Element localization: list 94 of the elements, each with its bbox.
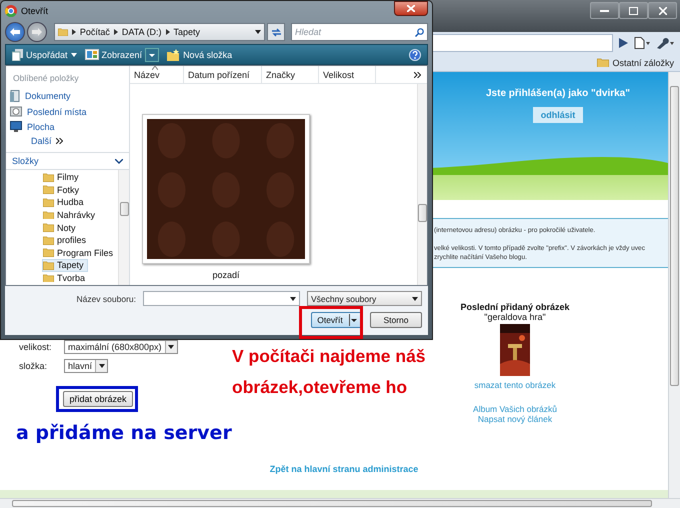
minimize-button[interactable] [590,2,619,19]
bookmark-folder[interactable]: Ostatní záložky [597,58,674,68]
caret-icon [145,48,160,62]
forward-button[interactable] [26,22,47,42]
monitor-icon [10,121,22,132]
folder-item[interactable]: Nahrávky [42,208,100,222]
breadcrumb-bar[interactable]: Počítač DATA (D:) Tapety [54,23,266,41]
file-type-select[interactable]: Všechny soubory [307,291,422,306]
dialog-title: Otevřít [21,6,48,16]
folder-item[interactable]: Fotky [42,184,84,196]
caret-icon [348,314,357,326]
breadcrumb-item[interactable]: Počítač [80,27,110,37]
maximize-button[interactable] [619,2,648,19]
dropdown-arrow-icon [255,30,262,34]
new-folder-icon [167,48,180,60]
folder-item[interactable]: Program Files [42,246,118,260]
highlight-frame [299,306,363,339]
document-icon [10,90,20,102]
page-menu-icon[interactable] [634,37,650,49]
browser-logo-icon [5,4,17,16]
open-button[interactable]: Otevřít [311,312,363,328]
favorite-link[interactable]: Dokumenty [6,88,129,104]
double-chevron-icon [56,138,63,144]
image-name: "geraldova hra" [484,312,546,322]
field-label: složka: [19,361,48,371]
cancel-button[interactable]: Storno [370,312,422,328]
annotation-text: obrázek,otevřeme ho [232,376,408,399]
select-field[interactable]: hlavní [64,359,108,373]
folders-header[interactable]: Složky [6,152,129,170]
go-icon[interactable] [619,38,628,48]
refresh-button[interactable] [267,23,285,41]
toolbar-button[interactable]: Zobrazení [84,48,160,62]
annotation-text: a přidáme na server [16,422,232,444]
toolbar-button[interactable]: Uspořádat [12,48,77,60]
double-chevron-icon[interactable] [414,72,421,78]
folder-item[interactable]: Noty [42,221,80,234]
pages-icon [12,48,23,60]
filename-field[interactable] [143,291,300,306]
help-icon[interactable] [409,48,421,60]
folder-icon [43,198,54,207]
latest-image-title: Poslední přidaný obrázek [460,302,570,312]
folder-icon [597,58,610,68]
dropdown-arrow-icon [168,345,174,349]
folder-item[interactable]: Tvorba [42,272,90,284]
add-image-button[interactable]: přidat obrázek [63,391,133,407]
chevron-right-icon [72,29,76,35]
filename-label: Název souboru: [76,294,136,304]
dropdown-arrow-icon [290,296,296,300]
login-status: Jste přihlášen(a) jako "dvirka" [486,88,630,99]
breadcrumb-item[interactable]: Tapety [174,27,200,37]
arrow-right-icon [32,28,42,36]
folder-item[interactable]: Filmy [42,171,82,184]
folder-icon [43,185,54,194]
folder-item[interactable]: Tapety [42,259,88,272]
arrow-left-icon [10,28,20,36]
toolbar-button[interactable]: Nová složka [167,48,232,60]
dropdown-arrow-icon [98,364,105,368]
more-link[interactable]: Další [6,134,129,152]
folder-icon [43,236,54,245]
annotation-text: V počítači najdeme náš [232,345,426,368]
folder-item[interactable]: profiles [42,234,90,247]
horizontal-scrollbar[interactable] [0,498,680,508]
file-scrollbar[interactable] [417,84,427,285]
maximize-icon [629,6,638,14]
back-button[interactable] [5,22,25,42]
select-field[interactable]: maximální (680x800px) [64,340,178,354]
wrench-icon[interactable] [656,37,674,49]
chevron-right-icon [114,29,118,35]
close-icon [658,6,666,14]
tree-scrollbar[interactable] [118,170,129,285]
folder-icon [58,28,68,36]
refresh-icon [270,28,282,36]
field-label: velikost: [19,342,53,352]
views-icon [84,49,99,60]
folder-icon [43,261,54,270]
favorites-header: Oblíbené položky [12,72,80,85]
favorite-link[interactable]: Plocha [6,119,129,134]
search-field[interactable]: Hledat [294,27,412,37]
vertical-scrollbar[interactable] [668,72,680,498]
search-box[interactable]: Hledat [290,23,428,41]
search-icon [414,28,424,36]
minimize-icon [600,9,609,12]
chevron-down-icon [115,158,123,164]
folder-icon [43,223,54,232]
dropdown-arrow-icon [412,296,418,300]
chevron-right-icon [166,29,170,35]
close-icon [407,5,415,12]
folder-icon [43,172,54,182]
breadcrumb-item[interactable]: DATA (D:) [122,27,162,37]
folder-item[interactable]: Hudba [42,196,88,209]
sort-caret-icon [152,66,158,70]
dialog-close-button[interactable] [394,1,428,16]
close-button[interactable] [648,2,677,19]
favorite-link[interactable]: Poslední místa [6,104,129,119]
